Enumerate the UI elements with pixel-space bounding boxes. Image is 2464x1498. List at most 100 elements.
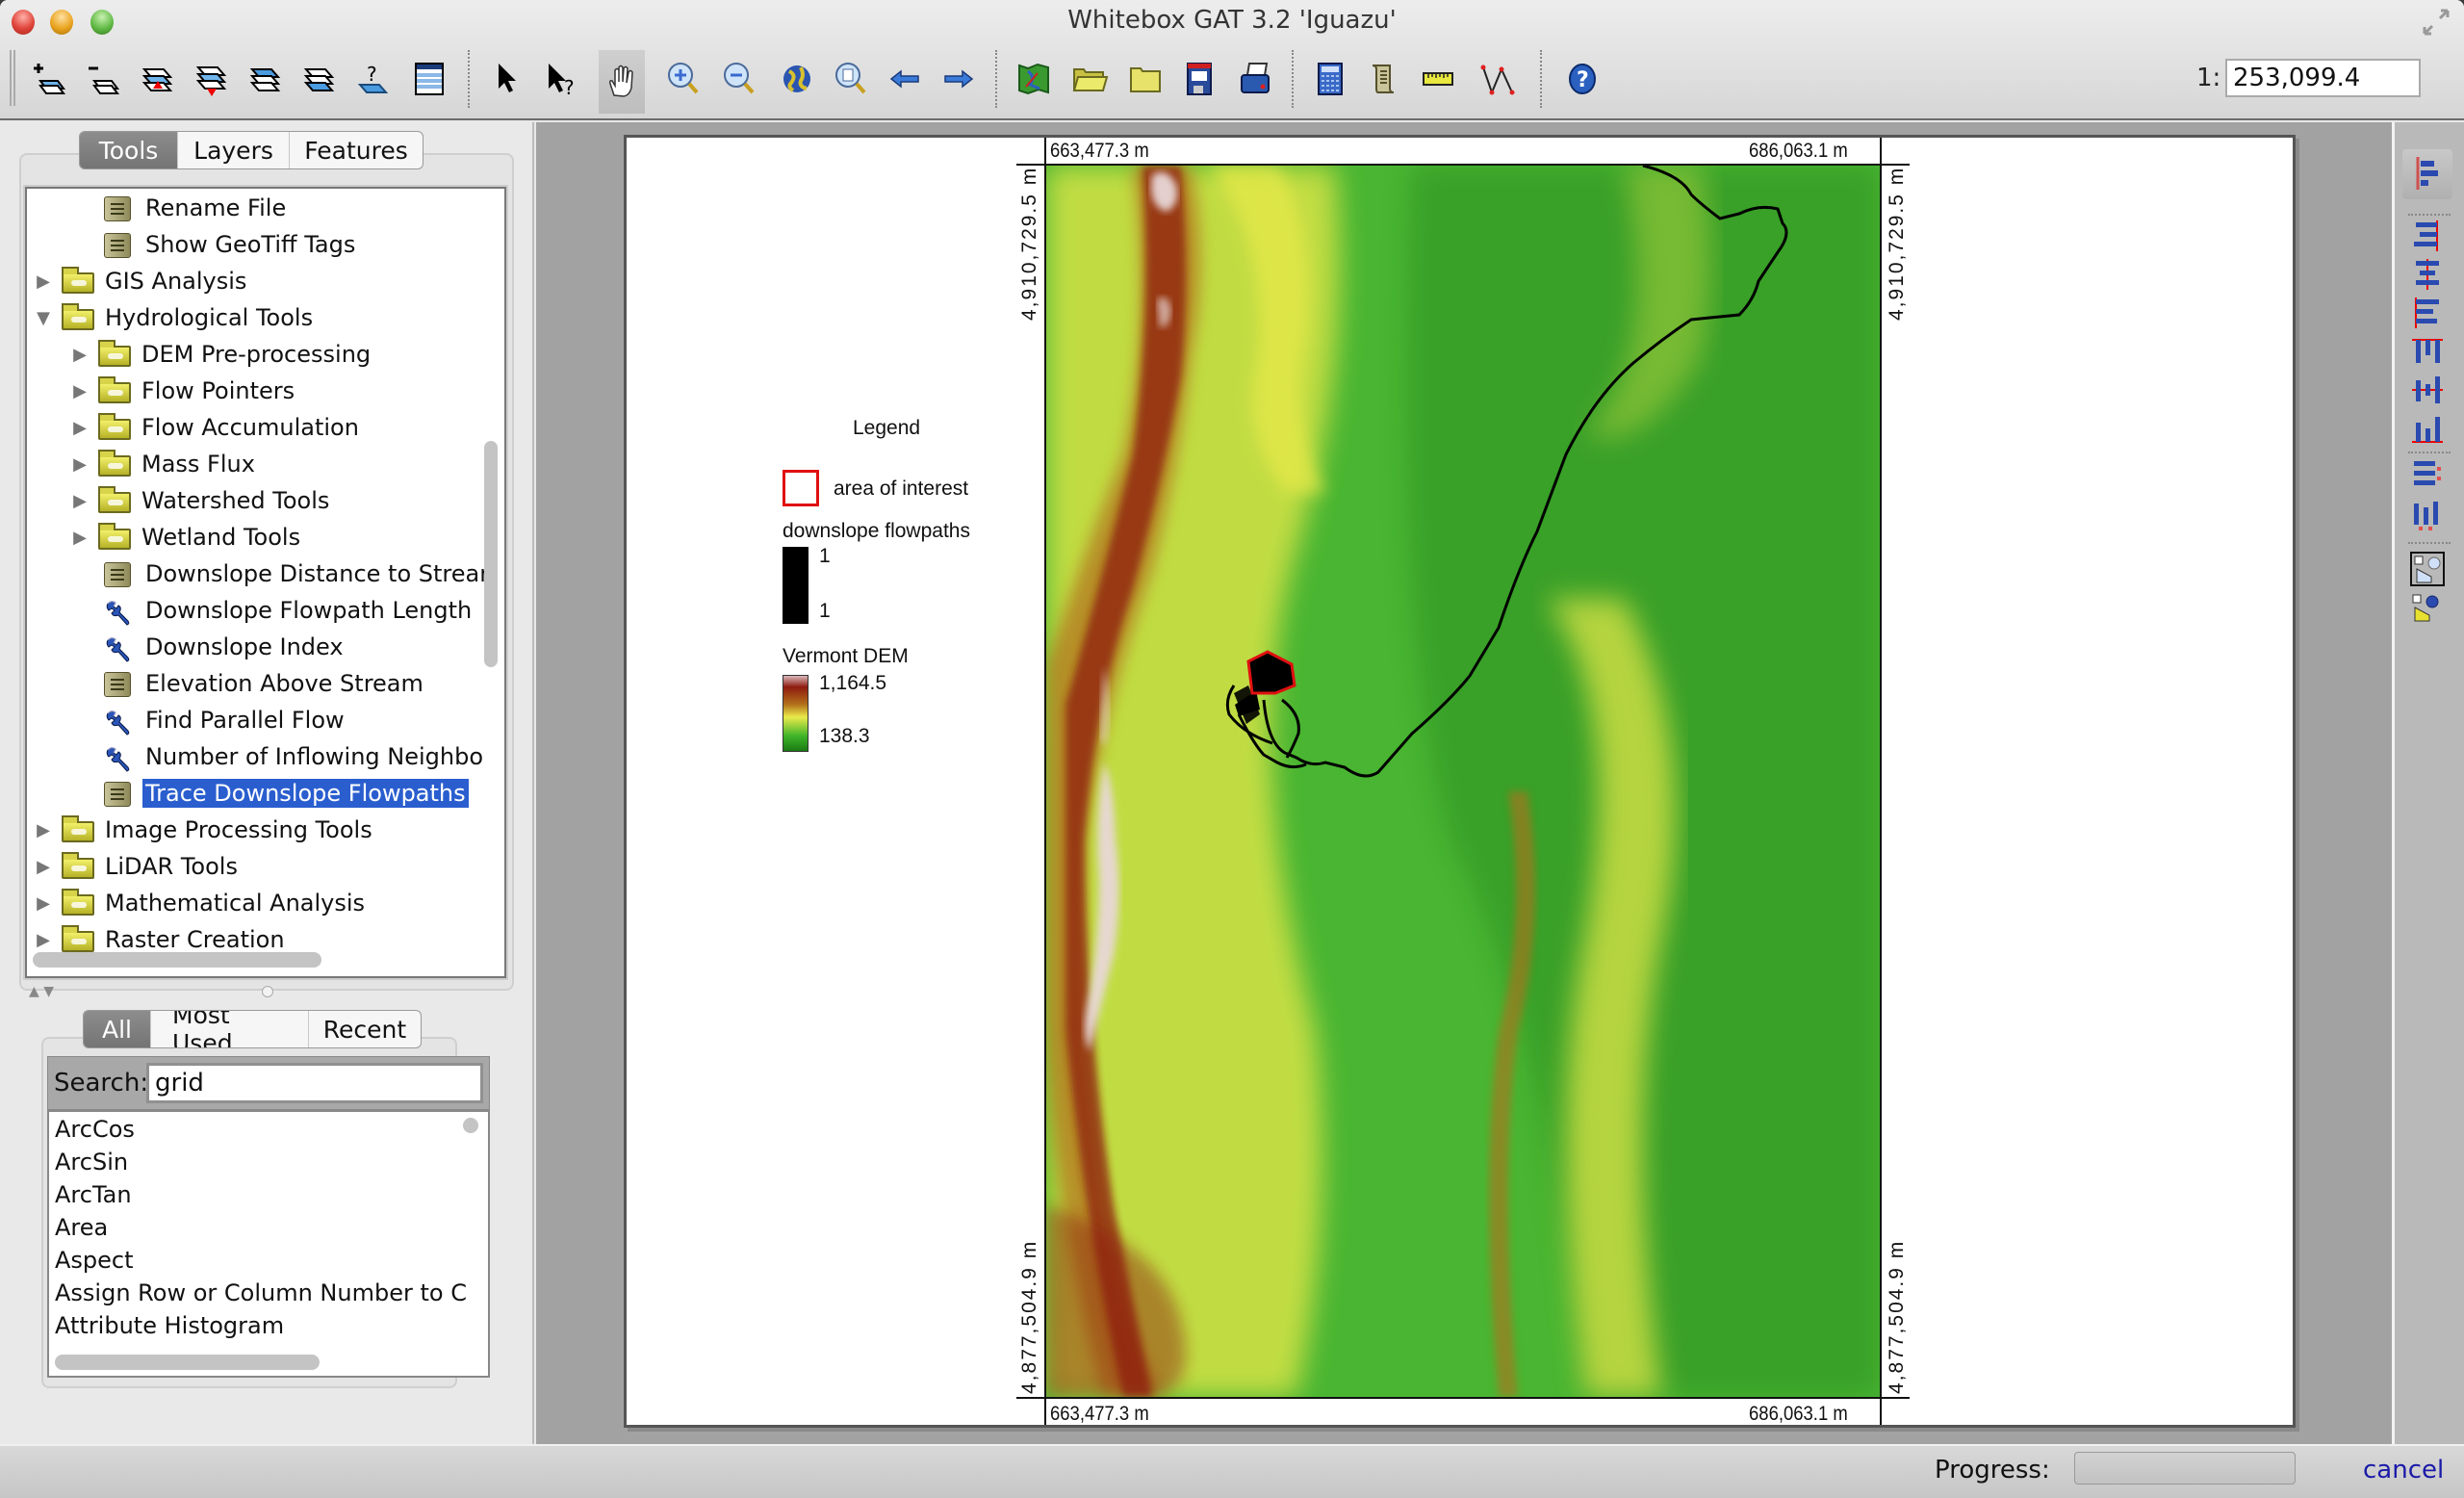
layer-properties-button[interactable]: ? [350, 56, 397, 102]
tree-item-wetland-tools[interactable]: ▶ Wetland Tools [69, 520, 303, 555]
align-left-edge-button[interactable] [2402, 149, 2452, 199]
next-extent-button[interactable] [936, 56, 982, 102]
align-center-vertical-button[interactable] [2410, 373, 2445, 407]
expand-arrow-icon[interactable]: ▶ [33, 930, 54, 950]
help-button[interactable]: ? [1559, 56, 1605, 102]
tree-item-find-parallel-flow[interactable]: Find Parallel Flow [69, 703, 347, 737]
tree-item-downslope-flowpath-length[interactable]: Downslope Flowpath Length [69, 593, 475, 628]
attribute-table-button[interactable] [406, 56, 452, 102]
tree-item-mathematical-analysis[interactable]: ▶ Mathematical Analysis [33, 886, 368, 920]
search-input[interactable] [146, 1063, 483, 1103]
expand-arrow-icon[interactable]: ▶ [33, 271, 54, 292]
tab-all[interactable]: All [84, 1011, 151, 1047]
tree-item-flow-accumulation[interactable]: ▶ Flow Accumulation [69, 410, 362, 445]
tree-item-mass-flux[interactable]: ▶ Mass Flux [69, 447, 258, 481]
tool-list-item[interactable]: ArcCos [55, 1116, 135, 1143]
expand-arrow-icon[interactable]: ▶ [33, 857, 54, 877]
tool-list-item[interactable]: Attribute Histogram [55, 1312, 284, 1339]
map-page[interactable]: Legend area of interest downslope flowpa… [624, 135, 2296, 1428]
expand-arrow-icon[interactable]: ▶ [69, 454, 90, 475]
group-elements-button[interactable] [2410, 552, 2445, 586]
expand-arrow-icon[interactable]: ▶ [69, 418, 90, 438]
cancel-link[interactable]: cancel [2363, 1456, 2444, 1485]
tree-item-downslope-distance-to-strear[interactable]: Downslope Distance to Strear [69, 556, 492, 591]
tree-vertical-scrollbar[interactable] [484, 441, 498, 667]
tab-most-used[interactable]: Most Used [151, 1011, 309, 1047]
tree-item-elevation-above-stream[interactable]: Elevation Above Stream [69, 666, 426, 701]
open-map-button[interactable] [1066, 56, 1113, 102]
align-right-button[interactable] [2410, 219, 2445, 253]
toolbar-grip[interactable] [10, 50, 15, 106]
add-layer-button[interactable] [27, 56, 73, 102]
zoom-out-button[interactable] [716, 56, 762, 102]
tree-item-image-processing-tools[interactable]: ▶ Image Processing Tools [33, 813, 375, 847]
collapse-arrow-icon[interactable]: ▼ [33, 308, 54, 328]
tree-item-dem-pre-processing[interactable]: ▶ DEM Pre-processing [69, 337, 373, 372]
split-pane-handle[interactable] [262, 986, 273, 997]
tool-list[interactable]: ArcCos ArcSin ArcTan Area Aspect Assign Row o… [47, 1110, 490, 1378]
align-top-button[interactable] [2410, 334, 2445, 369]
distribute-horizontally-button[interactable] [2410, 498, 2445, 532]
tree-item-trace-downslope-flowpaths[interactable]: Trace Downslope Flowpaths [69, 776, 469, 811]
tab-recent[interactable]: Recent [309, 1011, 421, 1047]
expand-arrow-icon[interactable]: ▶ [69, 528, 90, 548]
align-center-horizontal-button[interactable] [2410, 257, 2445, 292]
tool-tree[interactable]: Rename File Show GeoTiff Tags ▶ GIS Analysi… [23, 185, 508, 980]
save-map-button[interactable] [1176, 56, 1222, 102]
remove-layer-button[interactable] [81, 56, 127, 102]
identify-button[interactable]: ? [539, 56, 585, 102]
expand-arrow-icon[interactable]: ▶ [33, 820, 54, 840]
measure-distance-button[interactable] [1415, 56, 1461, 102]
list-vertical-scrollbar[interactable] [463, 1118, 478, 1133]
tool-list-item[interactable]: Area [55, 1214, 108, 1241]
previous-extent-button[interactable] [882, 56, 928, 102]
open-folder-button[interactable] [1122, 56, 1168, 102]
map-area[interactable]: Legend area of interest downslope flowpa… [536, 122, 2392, 1444]
zoom-full-extent-button[interactable] [774, 56, 820, 102]
raise-layer-button[interactable] [135, 56, 181, 102]
tree-item-downslope-index[interactable]: Downslope Index [69, 630, 346, 664]
tree-item-number-of-inflowing-neighbo[interactable]: Number of Inflowing Neighbo [69, 739, 486, 774]
align-bottom-button[interactable] [2410, 411, 2445, 446]
left-panel-tabs: Tools Layers Features [79, 131, 424, 169]
tree-item-flow-pointers[interactable]: ▶ Flow Pointers [69, 374, 297, 408]
tab-features[interactable]: Features [290, 132, 423, 168]
dem-raster[interactable] [1044, 164, 1882, 1399]
tree-item-watershed-tools[interactable]: ▶ Watershed Tools [69, 483, 332, 518]
tree-horizontal-scrollbar[interactable] [33, 952, 321, 968]
align-left-button[interactable] [2410, 296, 2445, 330]
layer-to-bottom-button[interactable] [296, 56, 343, 102]
tab-layers[interactable]: Layers [178, 132, 290, 168]
digitize-button[interactable] [1475, 56, 1521, 102]
select-button[interactable] [483, 56, 529, 102]
split-pane-arrows[interactable]: ▲ ▼ [29, 984, 54, 999]
expand-arrow-icon[interactable]: ▶ [69, 381, 90, 401]
pan-button[interactable] [599, 50, 645, 114]
distribute-vertically-button[interactable] [2410, 457, 2445, 492]
scripter-button[interactable] [1361, 56, 1407, 102]
list-horizontal-scrollbar[interactable] [55, 1355, 320, 1370]
expand-arrow-icon[interactable]: ▶ [33, 893, 54, 914]
tree-item-show-geotiff-tags[interactable]: Show GeoTiff Tags [69, 227, 358, 262]
tool-list-item[interactable]: ArcSin [55, 1149, 128, 1175]
tree-item-hydrological-tools[interactable]: ▼ Hydrological Tools [33, 300, 316, 335]
ungroup-elements-button[interactable] [2410, 592, 2445, 627]
expand-arrow-icon[interactable]: ▶ [69, 491, 90, 511]
layer-to-top-button[interactable] [243, 56, 289, 102]
print-map-button[interactable] [1232, 56, 1278, 102]
lower-layer-button[interactable] [189, 56, 235, 102]
tree-item-gis-analysis[interactable]: ▶ GIS Analysis [33, 264, 249, 298]
tab-tools[interactable]: Tools [80, 132, 178, 168]
zoom-in-button[interactable] [660, 56, 706, 102]
new-map-button[interactable] [1011, 56, 1057, 102]
fullscreen-icon[interactable] [2422, 8, 2451, 37]
raster-calculator-button[interactable] [1307, 56, 1353, 102]
expand-arrow-icon[interactable]: ▶ [69, 345, 90, 365]
zoom-to-page-button[interactable] [828, 56, 874, 102]
tool-list-item[interactable]: ArcTan [55, 1181, 132, 1208]
tool-list-item[interactable]: Assign Row or Column Number to C [55, 1279, 467, 1306]
tree-item-rename-file[interactable]: Rename File [69, 191, 289, 225]
tool-list-item[interactable]: Aspect [55, 1247, 134, 1274]
tree-item-lidar-tools[interactable]: ▶ LiDAR Tools [33, 849, 241, 884]
map-scale-input[interactable] [2225, 59, 2421, 97]
